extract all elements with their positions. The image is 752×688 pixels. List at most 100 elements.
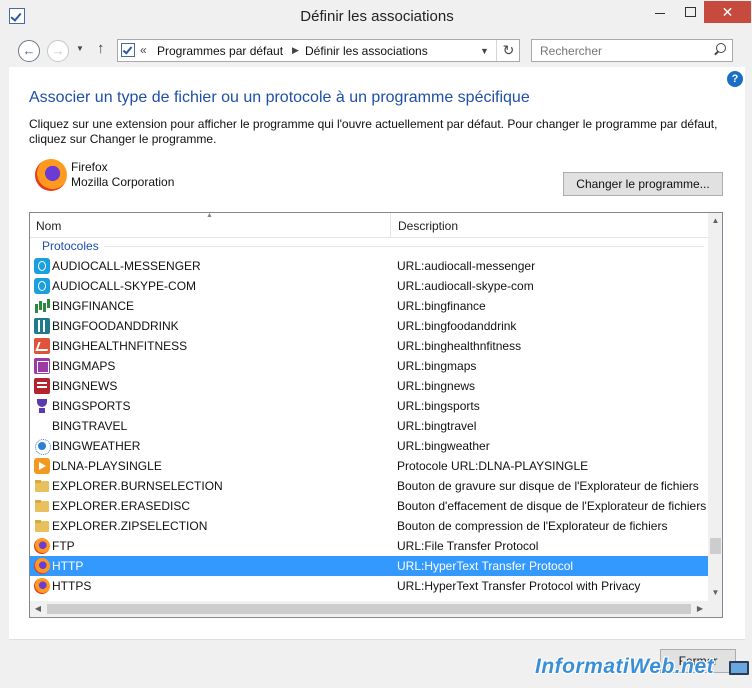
breadcrumb-set-associations[interactable]: Définir les associations — [305, 44, 428, 58]
close-window-button[interactable]: ✕ — [704, 1, 751, 23]
page-description: Cliquez sur une extension pour afficher … — [29, 117, 718, 146]
search-box[interactable] — [531, 39, 733, 62]
change-program-button[interactable]: Changer le programme... — [563, 172, 723, 196]
scroll-down-arrow-icon[interactable]: ▼ — [708, 585, 722, 601]
breadcrumb-chevron-icon[interactable]: ▶ — [292, 45, 299, 56]
table-row[interactable]: HTTP URL:HyperText Transfer Protocol — [30, 556, 708, 576]
row-description: URL:bingweather — [397, 439, 490, 453]
table-row[interactable]: BINGFINANCE URL:bingfinance — [30, 296, 708, 316]
firefox-icon — [35, 159, 67, 191]
table-row[interactable]: BINGWEATHER URL:bingweather — [30, 436, 708, 456]
associations-list[interactable]: ▲ Nom Description Protocoles AUDIOCALL-M… — [29, 212, 723, 618]
page-heading: Associer un type de fichier ou un protoc… — [29, 89, 530, 106]
firefox-icon — [34, 558, 50, 574]
row-name: EXPLORER.ERASEDISC — [52, 499, 191, 513]
folder-icon — [34, 478, 50, 494]
minimize-button[interactable] — [641, 1, 679, 23]
firefox-icon — [34, 578, 50, 594]
row-description: Bouton d'effacement de disque de l'Explo… — [397, 499, 707, 513]
table-row[interactable]: BINGNEWS URL:bingnews — [30, 376, 708, 396]
row-description: URL:bingsports — [397, 399, 480, 413]
program-name: Firefox — [71, 160, 108, 174]
row-description: URL:HyperText Transfer Protocol with Pri… — [397, 579, 641, 593]
table-row[interactable]: EXPLORER.ERASEDISC Bouton d'effacement de… — [30, 496, 708, 516]
list-header: ▲ Nom Description — [30, 213, 708, 238]
window: Définir les associations ✕ ← → ▼ ↑ « Pro… — [0, 0, 752, 688]
forward-arrow-icon[interactable]: → — [47, 40, 69, 62]
table-row[interactable]: DLNA-PLAYSINGLE Protocole URL:DLNA-PLAYSI… — [30, 456, 708, 476]
laptop-icon — [729, 661, 749, 675]
recent-pages-chevron-icon[interactable]: ▼ — [76, 44, 84, 53]
row-name: BINGTRAVEL — [52, 419, 128, 433]
row-name: BINGFINANCE — [52, 299, 135, 313]
search-icon[interactable] — [713, 43, 727, 57]
table-row[interactable]: FTP URL:File Transfer Protocol — [30, 536, 708, 556]
table-row[interactable]: AUDIOCALL-MESSENGER URL:audiocall-messeng… — [30, 256, 708, 276]
table-row[interactable]: BINGFOODANDDRINK URL:bingfoodanddrink — [30, 316, 708, 336]
table-row[interactable]: HTTPS URL:HyperText Transfer Protocol wit… — [30, 576, 708, 596]
trophy-icon — [34, 398, 50, 414]
table-row[interactable]: BINGHEALTHNFITNESS URL:binghealthnfitness — [30, 336, 708, 356]
scroll-right-arrow-icon[interactable]: ▶ — [692, 601, 708, 617]
scroll-up-arrow-icon[interactable]: ▲ — [708, 213, 722, 229]
scroll-left-arrow-icon[interactable]: ◀ — [30, 601, 46, 617]
row-description: URL:bingmaps — [397, 359, 477, 373]
program-company: Mozilla Corporation — [71, 175, 175, 189]
breadcrumb-overflow[interactable]: « — [140, 43, 147, 57]
help-icon[interactable]: ? — [727, 71, 743, 87]
up-arrow-icon[interactable]: ↑ — [97, 40, 105, 57]
back-arrow-icon[interactable]: ← — [18, 40, 40, 62]
refresh-icon[interactable]: ↻ — [496, 40, 520, 61]
row-description: URL:audiocall-skype-com — [397, 279, 534, 293]
navigation-bar: ← → ▼ ↑ « Programmes par défaut ▶ Défini… — [1, 35, 752, 65]
table-row[interactable]: BINGMAPS URL:bingmaps — [30, 356, 708, 376]
search-input[interactable] — [532, 40, 708, 61]
table-row[interactable]: BINGSPORTS URL:bingsports — [30, 396, 708, 416]
row-name: AUDIOCALL-MESSENGER — [52, 259, 201, 273]
breadcrumb-default-programs[interactable]: Programmes par défaut — [157, 44, 283, 58]
column-header-name[interactable]: Nom — [36, 219, 61, 233]
row-description: URL:bingtravel — [397, 419, 477, 433]
row-name: HTTPS — [52, 579, 92, 593]
row-description: Protocole URL:DLNA-PLAYSINGLE — [397, 459, 589, 473]
row-name: BINGMAPS — [52, 359, 116, 373]
column-header-description[interactable]: Description — [398, 219, 458, 233]
firefox-icon — [34, 538, 50, 554]
folder-icon — [34, 498, 50, 514]
skype-icon — [34, 258, 50, 274]
row-name: EXPLORER.BURNSELECTION — [52, 479, 223, 493]
scrollbar-corner — [708, 601, 722, 617]
horizontal-scrollbar[interactable]: ◀ ▶ — [30, 601, 708, 617]
column-divider[interactable] — [390, 213, 391, 238]
row-description: URL:binghealthnfitness — [397, 339, 522, 353]
maximize-button[interactable] — [680, 1, 700, 23]
row-name: BINGFOODANDDRINK — [52, 319, 179, 333]
sort-ascending-icon: ▲ — [206, 212, 213, 219]
row-name: BINGNEWS — [52, 379, 118, 393]
table-row[interactable]: BINGTRAVEL URL:bingtravel — [30, 416, 708, 436]
title-bar[interactable]: Définir les associations ✕ — [1, 1, 752, 32]
window-title: Définir les associations — [300, 8, 454, 25]
finance-icon — [34, 298, 50, 314]
row-name: AUDIOCALL-SKYPE-COM — [52, 279, 197, 293]
row-name: BINGHEALTHNFITNESS — [52, 339, 188, 353]
sun-icon — [34, 438, 51, 455]
row-description: URL:bingnews — [397, 379, 476, 393]
row-name: HTTP — [52, 559, 84, 573]
row-description: URL:audiocall-messenger — [397, 259, 536, 273]
table-row[interactable]: EXPLORER.BURNSELECTION Bouton de gravure … — [30, 476, 708, 496]
skype-icon — [34, 278, 50, 294]
address-dropdown-icon[interactable]: ▼ — [480, 46, 489, 56]
maps-icon — [34, 358, 50, 374]
row-description: URL:bingfoodanddrink — [397, 319, 517, 333]
table-row[interactable]: EXPLORER.ZIPSELECTION Bouton de compressi… — [30, 516, 708, 536]
vertical-scrollbar[interactable]: ▲ ▼ — [708, 213, 722, 601]
horizontal-scroll-thumb[interactable] — [47, 604, 691, 614]
address-bar[interactable]: « Programmes par défaut ▶ Définir les as… — [117, 39, 520, 62]
row-name: BINGSPORTS — [52, 399, 131, 413]
row-description: Bouton de gravure sur disque de l'Explor… — [397, 479, 699, 493]
group-header-protocols[interactable]: Protocoles — [42, 239, 99, 253]
table-row[interactable]: AUDIOCALL-SKYPE-COM URL:audiocall-skype-c… — [30, 276, 708, 296]
vertical-scroll-thumb[interactable] — [710, 538, 721, 554]
health-icon — [34, 338, 50, 354]
